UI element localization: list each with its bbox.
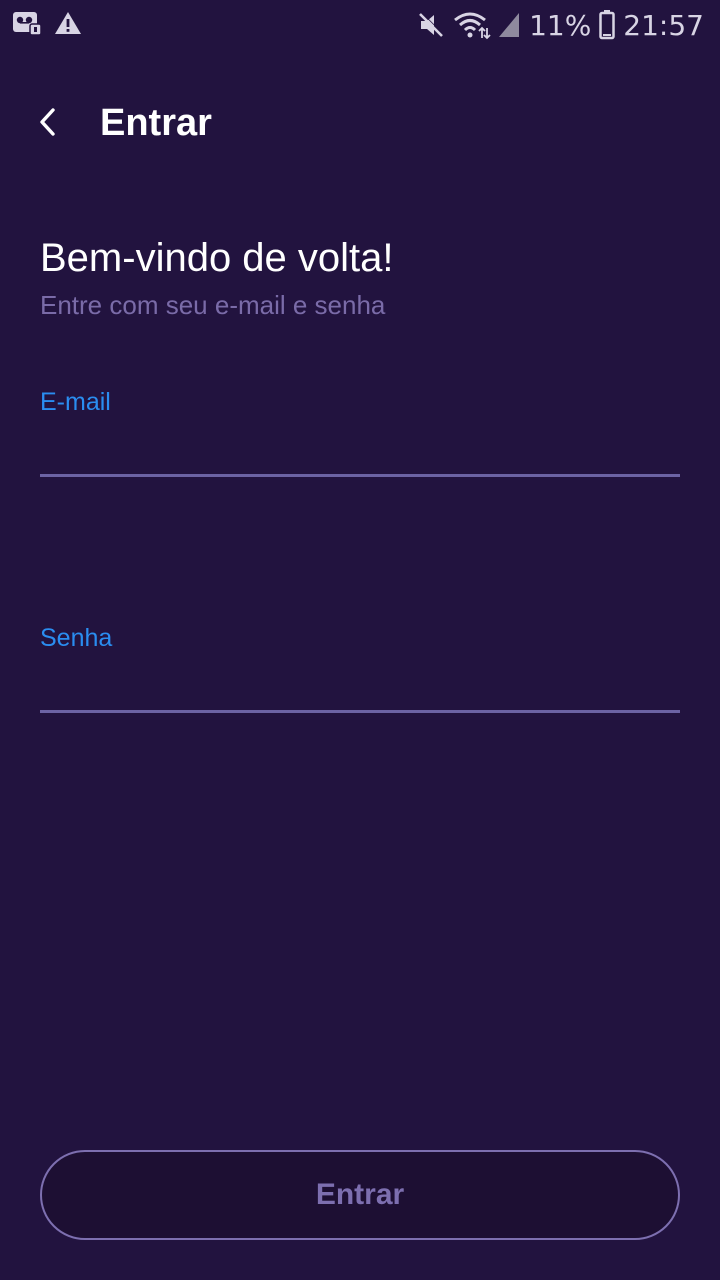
- page-title: Entrar: [100, 102, 212, 144]
- password-label: Senha: [40, 624, 113, 652]
- welcome-title: Bem-vindo de volta!: [40, 236, 394, 280]
- email-field[interactable]: [40, 417, 680, 477]
- status-right-group: 11% 21:57: [417, 6, 704, 44]
- status-bar: 11% 21:57: [0, 0, 720, 50]
- wifi-icon: [453, 10, 491, 40]
- status-left-group: [12, 10, 82, 36]
- signal-icon: [499, 11, 521, 39]
- password-field-group: Senha: [40, 624, 680, 713]
- mute-icon: [417, 11, 445, 39]
- submit-button[interactable]: Entrar: [40, 1150, 680, 1240]
- battery-percent: 11%: [529, 8, 592, 42]
- app-bar: Entrar: [0, 90, 720, 160]
- email-field-group: E-mail: [40, 388, 680, 477]
- warning-icon: [54, 10, 82, 36]
- battery-icon: [599, 10, 616, 40]
- welcome-subtitle: Entre com seu e-mail e senha: [40, 290, 386, 320]
- email-label: E-mail: [40, 388, 111, 416]
- chevron-left-icon: [38, 107, 58, 142]
- login-screen: 11% 21:57 Entrar Bem-vindo de volta! Ent…: [0, 0, 720, 1280]
- password-field[interactable]: [40, 653, 680, 713]
- voicemail-icon: [12, 10, 42, 36]
- back-button[interactable]: [28, 104, 68, 144]
- clock: 21:57: [623, 8, 704, 42]
